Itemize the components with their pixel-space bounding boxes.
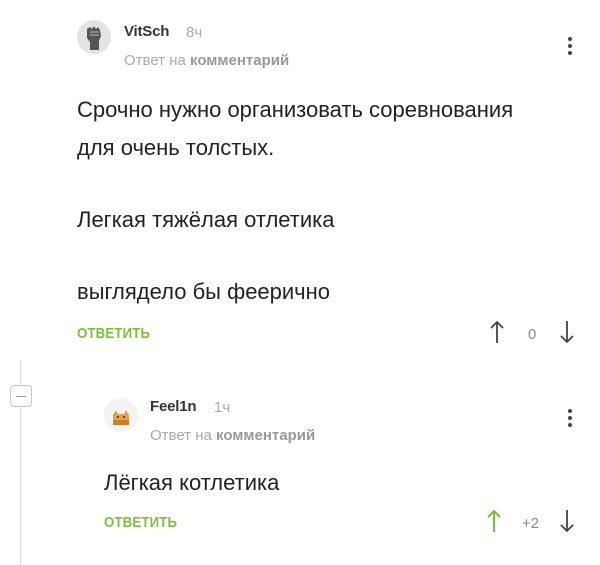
reply-to-prefix: Ответ на	[124, 52, 186, 69]
reply-to-comment-link[interactable]: комментарий	[190, 52, 289, 69]
raised-fist-avatar-icon	[77, 20, 111, 54]
downvote-arrow-icon[interactable]	[560, 320, 574, 344]
comment-text-line: Лёгкая котлетика	[104, 470, 280, 495]
reply-button[interactable]: ОТВЕТИТЬ	[104, 514, 177, 531]
reply-to-link[interactable]: Ответ на комментарий	[124, 52, 289, 69]
minus-icon	[16, 396, 26, 397]
comment-text-line: Легкая тяжёлая отлетика	[77, 207, 335, 232]
cat-avatar-icon	[104, 398, 138, 432]
comment-username[interactable]: VitSch	[124, 23, 169, 40]
reply-to-link[interactable]: Ответ на комментарий	[150, 427, 315, 444]
collapse-thread-button[interactable]	[10, 385, 32, 407]
comment-text-line: для очень толстых.	[77, 135, 275, 160]
comment-menu-icon[interactable]	[565, 35, 575, 57]
vote-score: 0	[528, 326, 537, 343]
upvote-arrow-icon[interactable]	[490, 320, 504, 344]
comment-text-line: Срочно нужно организовать соревнования	[77, 97, 514, 122]
comment-menu-icon[interactable]	[565, 407, 575, 429]
user-avatar-vitsch[interactable]	[77, 20, 111, 54]
comment-username[interactable]: Feel1n	[150, 398, 197, 415]
reply-to-prefix: Ответ на	[150, 427, 212, 444]
reply-to-comment-link[interactable]: комментарий	[216, 427, 315, 444]
vote-score: +2	[522, 515, 540, 532]
user-avatar-feel1n[interactable]	[104, 398, 138, 432]
comment-time: 1ч	[214, 399, 231, 416]
comment-text-line: выглядело бы феерично	[77, 279, 331, 304]
upvote-arrow-icon[interactable]	[487, 509, 501, 533]
comment-time: 8ч	[186, 24, 203, 41]
reply-button[interactable]: ОТВЕТИТЬ	[77, 325, 150, 342]
downvote-arrow-icon[interactable]	[560, 509, 574, 533]
